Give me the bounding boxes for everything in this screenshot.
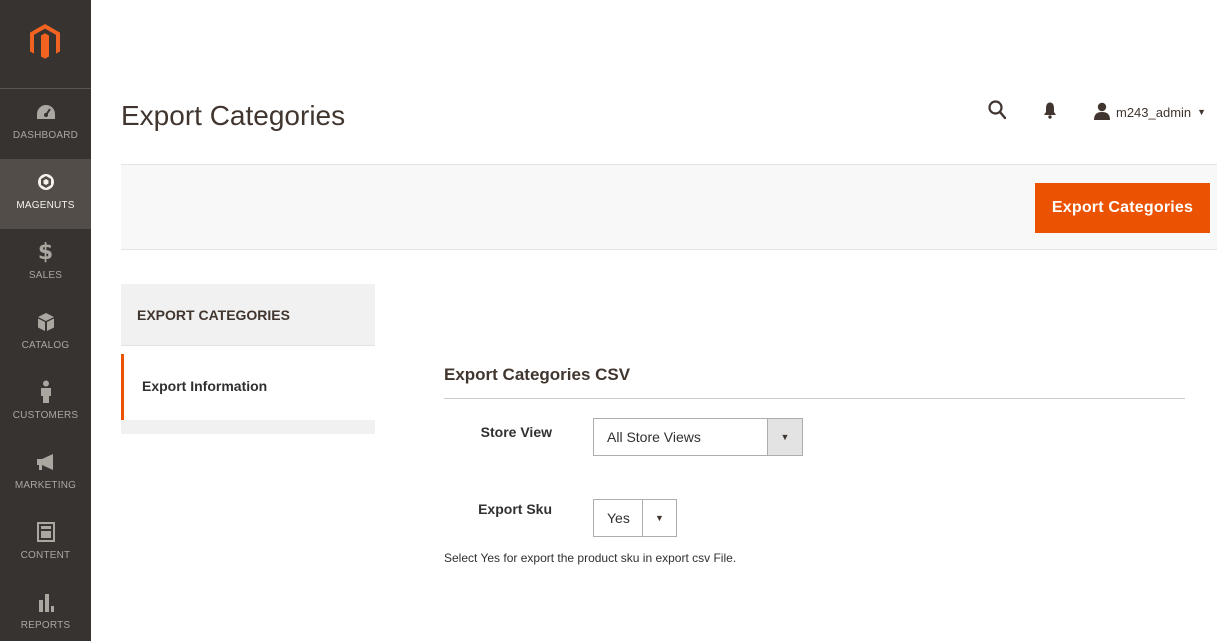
admin-user-menu[interactable]: m243_admin ▼ <box>1094 101 1206 123</box>
export-categories-button[interactable]: Export Categories <box>1035 183 1210 233</box>
fieldset-divider <box>444 398 1185 399</box>
person-icon <box>0 379 91 405</box>
chevron-down-icon: ▼ <box>767 419 802 455</box>
magento-logo-icon <box>30 24 60 59</box>
nav-label: MARKETING <box>14 480 77 491</box>
nav-reports[interactable]: REPORTS <box>0 579 91 641</box>
nav-catalog[interactable]: CATALOG <box>0 299 91 369</box>
store-view-label: Store View <box>480 424 552 440</box>
nav-dashboard[interactable]: DASHBOARD <box>0 89 91 159</box>
nav-label: MAGENUTS <box>16 200 75 211</box>
tab-export-information[interactable]: Export Information <box>121 354 375 420</box>
chevron-down-icon: ▼ <box>1197 107 1207 117</box>
nav-label: DASHBOARD <box>12 130 79 141</box>
store-view-value: All Store Views <box>607 429 701 445</box>
export-sku-select[interactable]: Yes ▼ <box>593 499 677 537</box>
nav-customers[interactable]: CUSTOMERS <box>0 369 91 439</box>
box-icon <box>0 309 91 335</box>
tabs-title: EXPORT CATEGORIES <box>121 284 375 346</box>
nav-label: SALES <box>28 270 63 281</box>
bell-icon[interactable] <box>1043 101 1057 124</box>
export-sku-note: Select Yes for export the product sku in… <box>444 551 737 565</box>
bar-chart-icon <box>0 589 91 615</box>
chevron-down-icon: ▼ <box>642 500 676 536</box>
user-icon <box>1094 102 1110 123</box>
fieldset-title: Export Categories CSV <box>444 365 631 384</box>
user-name: m243_admin <box>1116 104 1192 120</box>
nav-label: CATALOG <box>21 340 70 351</box>
megaphone-icon <box>0 449 91 475</box>
nav-label: REPORTS <box>20 620 71 631</box>
layout-icon <box>0 519 91 545</box>
export-sku-value: Yes <box>607 510 630 526</box>
dashboard-icon <box>0 99 91 125</box>
admin-menu: DASHBOARD MAGENUTS $ SALES CATALOG CUSTO… <box>0 0 91 641</box>
search-icon[interactable] <box>988 100 1007 125</box>
export-sku-label: Export Sku <box>478 501 552 517</box>
nav-marketing[interactable]: MARKETING <box>0 439 91 509</box>
store-view-select[interactable]: All Store Views ▼ <box>593 418 803 456</box>
magento-logo[interactable] <box>0 0 91 89</box>
nav-content[interactable]: CONTENT <box>0 509 91 579</box>
tabs-footer <box>121 420 375 434</box>
dollar-icon: $ <box>37 239 54 265</box>
magenuts-icon <box>0 169 91 195</box>
page-title: Export Categories <box>121 100 346 131</box>
nav-sales[interactable]: $ SALES <box>0 229 91 299</box>
nav-label: CONTENT <box>20 550 71 561</box>
nav-label: CUSTOMERS <box>12 410 79 421</box>
nav-magenuts[interactable]: MAGENUTS <box>0 159 91 229</box>
